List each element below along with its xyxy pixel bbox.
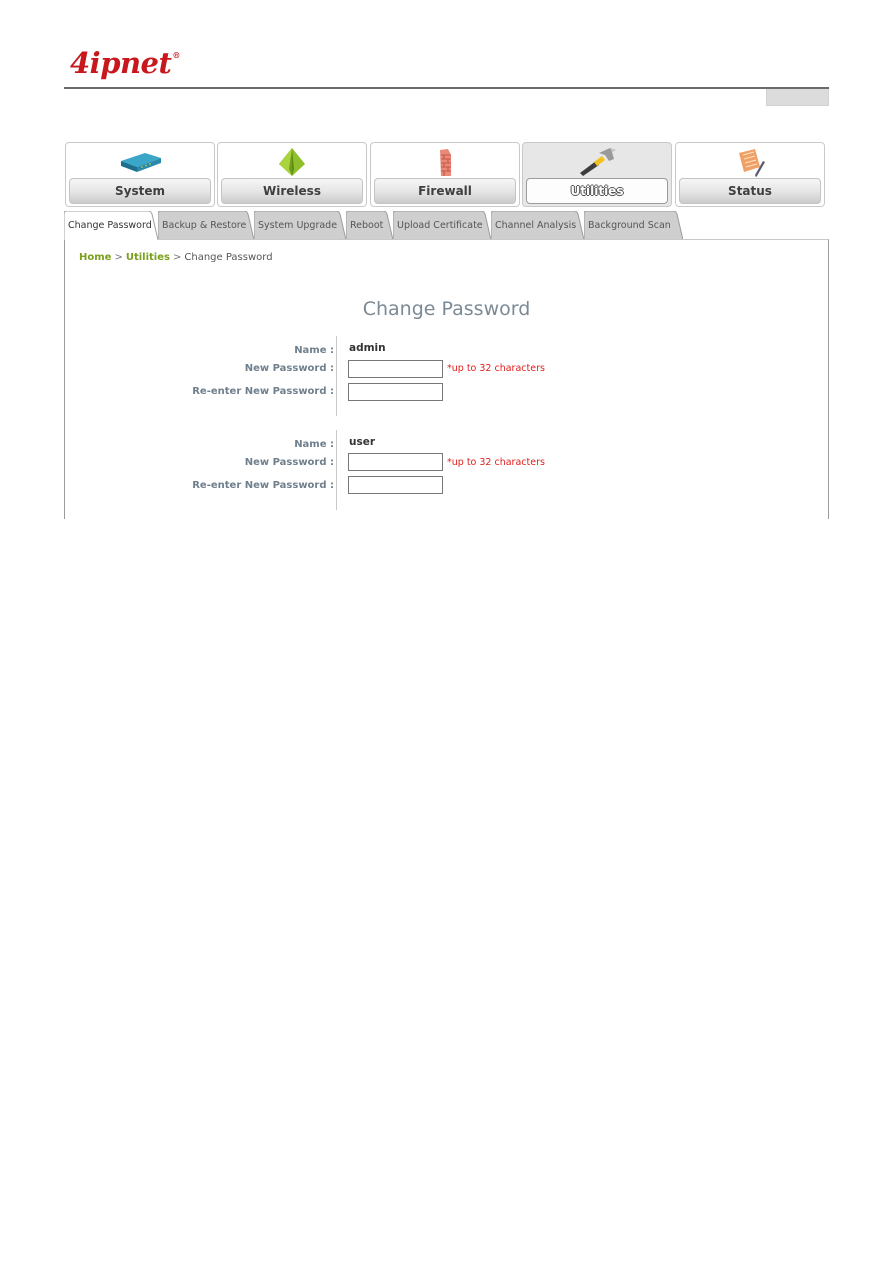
tab-upload-certificate[interactable]: Upload Certificate (393, 211, 491, 240)
nav-label: Wireless (221, 178, 363, 204)
tab-backup-restore[interactable]: Backup & Restore (158, 211, 254, 240)
registered-mark: ® (172, 50, 180, 60)
breadcrumb-separator: > (114, 252, 123, 263)
nav-wireless[interactable]: Wireless (217, 142, 367, 207)
breadcrumb: Home > Utilities > Change Password (79, 252, 273, 263)
account-name: admin (349, 342, 386, 354)
tab-label: Background Scan (588, 220, 671, 231)
tab-label: Reboot (350, 220, 384, 231)
name-label: Name : (294, 345, 334, 356)
user-new-password-input[interactable] (348, 453, 443, 471)
nav-label: Firewall (374, 178, 516, 204)
tab-change-password[interactable]: Change Password (64, 211, 158, 240)
notepad-icon (739, 149, 765, 177)
admin-reenter-password-input[interactable] (348, 383, 443, 401)
tab-system-upgrade[interactable]: System Upgrade (254, 211, 346, 240)
tab-label: Change Password (68, 220, 152, 231)
tab-background-scan[interactable]: Background Scan (584, 211, 683, 240)
router-icon (121, 153, 161, 172)
breadcrumb-separator: > (172, 252, 182, 263)
breadcrumb-home[interactable]: Home (79, 252, 111, 263)
content-panel: Home > Utilities > Change Password Change Pa… (64, 239, 829, 519)
logo-text: 4ipnet (70, 46, 172, 80)
account-name: user (349, 436, 376, 448)
tab-label: Backup & Restore (162, 220, 247, 231)
password-hint: *up to 32 characters (447, 363, 545, 374)
header-page-box (766, 89, 829, 106)
nav-label: Utilities (526, 178, 668, 204)
nav-status[interactable]: Status (675, 142, 825, 207)
reenter-password-label: Re-enter New Password : (192, 386, 334, 397)
breadcrumb-utilities[interactable]: Utilities (126, 252, 170, 263)
account-form-user: Name : user New Password : *up to 32 cha… (65, 430, 830, 510)
breadcrumb-current: Change Password (184, 252, 273, 263)
user-reenter-password-input[interactable] (348, 476, 443, 494)
account-form-admin: Name : admin New Password : *up to 32 ch… (65, 336, 830, 416)
brand-logo: 4ipnet® (70, 46, 180, 80)
tab-channel-analysis[interactable]: Channel Analysis (491, 211, 584, 240)
new-password-label: New Password : (244, 363, 334, 374)
nav-label: System (69, 178, 211, 204)
tab-reboot[interactable]: Reboot (346, 211, 393, 240)
name-label: Name : (294, 439, 334, 450)
nav-firewall[interactable]: Firewall (370, 142, 520, 207)
nav-label: Status (679, 178, 821, 204)
wireless-pyramid-icon (279, 148, 305, 176)
admin-new-password-input[interactable] (348, 360, 443, 378)
page-title: Change Password (362, 298, 531, 320)
tab-label: Upload Certificate (397, 220, 483, 231)
nav-utilities[interactable]: Utilities (522, 142, 672, 207)
tab-label: System Upgrade (258, 220, 338, 231)
form-divider (336, 430, 337, 510)
header-divider (64, 87, 829, 89)
password-hint: *up to 32 characters (447, 457, 545, 468)
reenter-password-label: Re-enter New Password : (192, 480, 334, 491)
hammer-icon (580, 148, 616, 176)
firewall-brick-icon (440, 149, 451, 176)
main-nav: System Wireless Firewall Utilities Statu… (64, 142, 829, 208)
nav-system[interactable]: System (65, 142, 215, 207)
sub-tabs: Change Password Backup & Restore System … (64, 211, 829, 240)
new-password-label: New Password : (244, 457, 334, 468)
tab-label: Channel Analysis (495, 220, 577, 231)
form-divider (336, 336, 337, 416)
